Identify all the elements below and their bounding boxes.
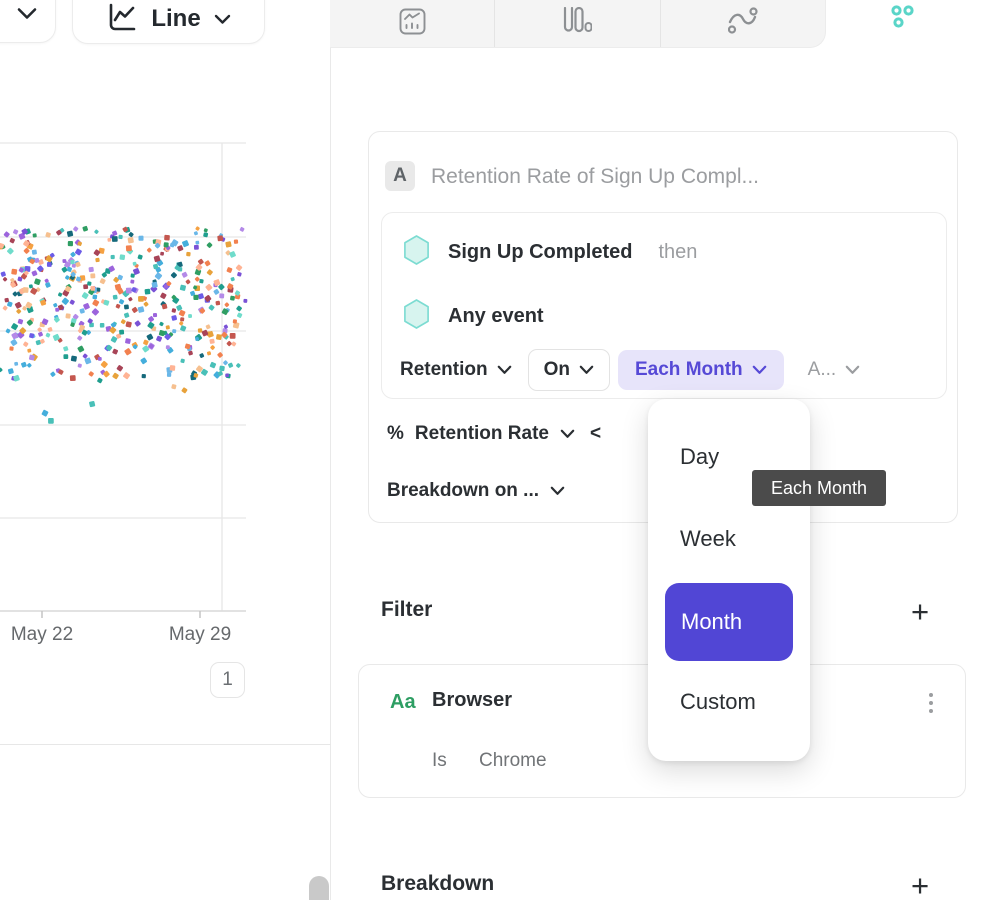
chevron-down-icon <box>560 429 575 439</box>
retention-type-label: Retention <box>400 359 488 381</box>
interval-dropdown-menu: Day Week Month Custom <box>648 399 810 761</box>
breakdown-on-dropdown[interactable]: Breakdown on ... <box>387 480 565 502</box>
insights-chart-icon <box>399 8 426 40</box>
menu-item-custom[interactable]: Custom <box>680 689 756 715</box>
measure-label: Retention Rate <box>415 423 549 445</box>
tab-insights[interactable] <box>330 0 494 47</box>
filter-operator[interactable]: Is <box>432 750 447 772</box>
add-filter-button[interactable]: + <box>905 596 935 626</box>
funnel-bars-icon <box>562 7 592 40</box>
query-builder-panel: A Retention Rate of Sign Up Compl... Sig… <box>331 0 982 900</box>
event-hexagon-icon <box>402 298 431 335</box>
clipped-less-than-text: < <box>590 423 601 445</box>
on-label: On <box>544 359 570 381</box>
breakdown-section-title: Breakdown <box>381 872 494 896</box>
filter-value[interactable]: Chrome <box>479 750 547 772</box>
each-month-tooltip: Each Month <box>752 470 886 506</box>
retention-controls-row: Retention On Each Month A... <box>392 349 864 391</box>
event-suffix: then <box>658 241 697 264</box>
filter-property-label[interactable]: Browser <box>432 689 512 712</box>
add-breakdown-button[interactable]: + <box>905 870 935 900</box>
truncated-dropdown[interactable]: A... <box>804 350 865 390</box>
event-row-sign-up[interactable]: Sign Up Completed then <box>402 234 697 271</box>
measure-dropdown[interactable]: % Retention Rate < <box>387 423 601 445</box>
chevron-down-icon <box>845 365 860 375</box>
interval-dropdown[interactable]: Each Month <box>618 350 784 390</box>
string-property-icon: Aa <box>390 691 416 714</box>
query-letter-badge: A <box>385 161 415 191</box>
interval-label: Each Month <box>635 359 743 381</box>
pagination-page-button[interactable]: 1 <box>210 662 245 698</box>
app-window: Line May 22 May 29 1 <box>0 0 982 900</box>
event-label: Any event <box>448 305 544 328</box>
tab-retention-active[interactable] <box>826 0 982 48</box>
retention-type-dropdown[interactable]: Retention <box>392 350 520 390</box>
scrollbar-thumb[interactable] <box>309 876 329 900</box>
chart-panel: Line May 22 May 29 1 <box>0 0 331 900</box>
kebab-menu-icon[interactable] <box>925 689 937 717</box>
chevron-down-icon <box>550 486 565 496</box>
horizontal-divider <box>0 744 331 745</box>
x-axis-tick-label: May 22 <box>0 624 87 646</box>
chevron-down-icon <box>752 365 767 375</box>
breakdown-on-label: Breakdown on ... <box>387 480 539 502</box>
event-hexagon-icon <box>402 234 431 271</box>
on-dropdown[interactable]: On <box>528 349 610 391</box>
truncated-label: A... <box>808 359 837 381</box>
percent-icon: % <box>387 423 404 445</box>
event-card: Sign Up Completed then Any event Retenti… <box>381 212 947 399</box>
scatter-plot <box>0 0 331 760</box>
flow-path-icon <box>728 7 758 40</box>
chevron-down-icon <box>497 365 512 375</box>
retention-dots-icon <box>890 4 918 37</box>
menu-item-day[interactable]: Day <box>680 444 719 470</box>
event-row-any-event[interactable]: Any event <box>402 298 570 335</box>
chevron-down-icon <box>579 365 594 375</box>
tab-funnels[interactable] <box>494 0 659 47</box>
event-label: Sign Up Completed <box>448 241 632 264</box>
tab-flows[interactable] <box>660 0 825 47</box>
menu-item-month-selected[interactable]: Month <box>665 583 793 661</box>
chart-type-tabbar <box>330 0 826 48</box>
menu-item-week[interactable]: Week <box>680 526 736 552</box>
query-title[interactable]: Retention Rate of Sign Up Compl... <box>431 165 759 189</box>
x-axis-tick-label: May 29 <box>155 624 245 646</box>
filter-section-title: Filter <box>381 598 432 622</box>
